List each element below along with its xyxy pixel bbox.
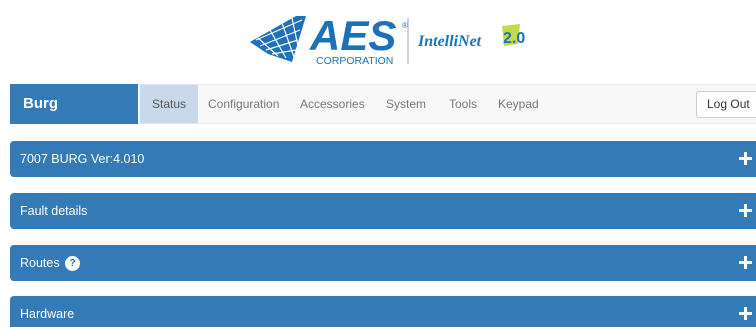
tab-accessories[interactable]: Accessories (300, 85, 365, 123)
aes-intellinet-logo: AES ® CORPORATION IntelliNet 2.0 (248, 10, 548, 72)
help-icon[interactable]: ? (65, 256, 80, 271)
tab-keypad[interactable]: Keypad (498, 85, 539, 123)
panel-burg-version[interactable]: 7007 BURG Ver:4.010 (10, 141, 756, 177)
tab-status[interactable]: Status (140, 85, 199, 123)
tab-system[interactable]: System (386, 85, 426, 123)
tab-tools[interactable]: Tools (449, 85, 477, 123)
version-badge-icon: 2.0 (502, 24, 525, 47)
logo-header: AES ® CORPORATION IntelliNet 2.0 (0, 0, 756, 82)
globe-icon (250, 16, 306, 62)
panel-title: Fault details (20, 204, 88, 218)
tab-configuration[interactable]: Configuration (208, 85, 279, 123)
panel-routes[interactable]: Routes ? (10, 245, 756, 281)
expand-plus-icon[interactable] (739, 152, 752, 165)
expand-plus-icon[interactable] (739, 256, 752, 269)
panel-title: 7007 BURG Ver:4.010 (20, 152, 145, 166)
panel-hardware[interactable]: Hardware (10, 296, 756, 327)
panel-fault-details[interactable]: Fault details (10, 193, 756, 229)
panel-title: Routes (20, 256, 60, 270)
panel-title: Hardware (20, 307, 75, 321)
intellinet-label: IntelliNet (417, 33, 482, 50)
main-navbar: Burg Subscriber Status Configuration Acc… (10, 84, 756, 152)
svg-text:®: ® (402, 21, 408, 30)
logout-button[interactable]: Log Out (696, 91, 756, 118)
navbar-brand[interactable]: Burg Subscriber (10, 84, 138, 152)
expand-plus-icon[interactable] (739, 204, 752, 217)
aes-wordmark: AES (309, 12, 396, 59)
corporation-label: CORPORATION (316, 55, 393, 67)
svg-text:2.0: 2.0 (503, 30, 525, 47)
expand-plus-icon[interactable] (739, 307, 752, 320)
